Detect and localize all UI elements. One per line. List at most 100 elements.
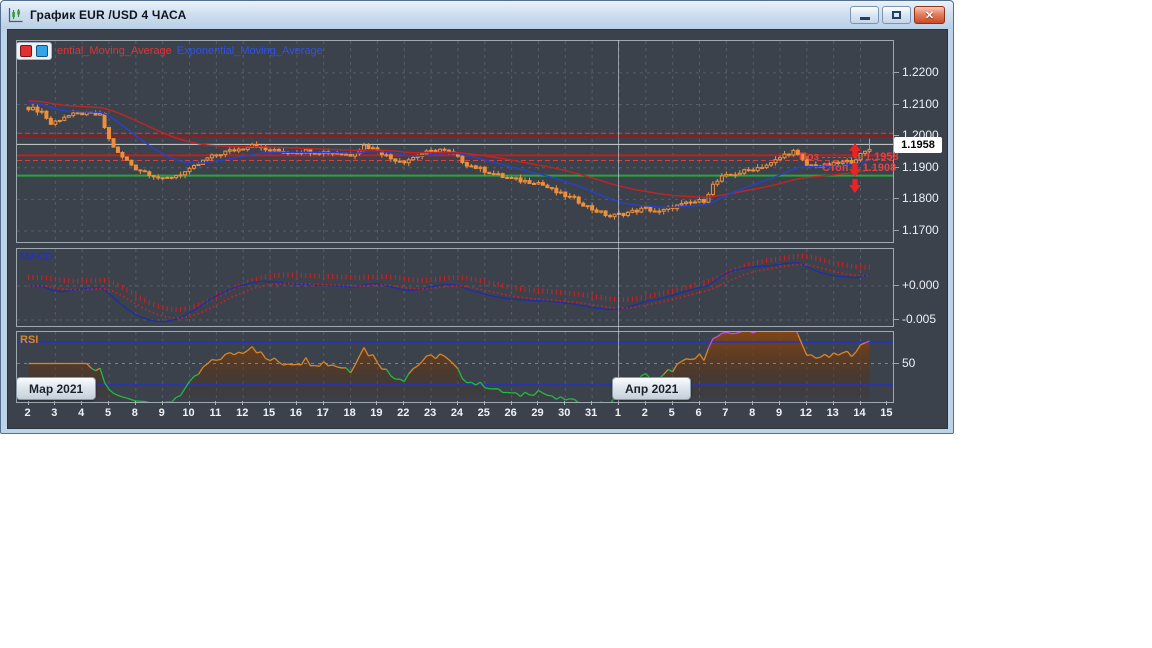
time-axis-label: 5: [668, 407, 675, 419]
legend-ema-red-label: ential_Moving_Average: [57, 45, 172, 57]
order-arrow-markers: [849, 143, 861, 193]
time-axis-tick: [161, 401, 163, 405]
time-axis-label: 30: [558, 407, 571, 419]
titlebar[interactable]: График EUR /USD 4 ЧАСА ✕: [1, 1, 953, 29]
time-axis-label: 13: [826, 407, 839, 419]
time-axis-tick: [81, 401, 83, 405]
chart-app-icon: [7, 7, 24, 24]
time-axis-tick: [617, 401, 619, 405]
ema-blue-swatch-icon[interactable]: [36, 45, 48, 57]
axis-tick-label: 1.1700: [894, 222, 939, 237]
time-axis-tick: [27, 401, 29, 405]
minimize-button[interactable]: [850, 6, 879, 24]
minimize-icon: [859, 16, 870, 20]
rsi-pane[interactable]: RSI: [16, 331, 894, 403]
legend-swatches[interactable]: [16, 42, 52, 60]
time-axis-label: 12: [236, 407, 249, 419]
time-axis-label: 1: [614, 407, 622, 419]
time-axis-label: 2: [641, 407, 648, 419]
month-label-mar[interactable]: Мар 2021: [16, 377, 97, 400]
time-axis-label: 31: [585, 407, 598, 419]
time-axis-tick: [779, 401, 781, 405]
time-axis-tick: [54, 401, 56, 405]
rsi-axis: 50: [892, 331, 946, 401]
position-label: Поз: [799, 151, 819, 163]
time-axis-tick: [886, 401, 888, 405]
time-axis-tick: [832, 401, 834, 405]
time-axis-tick: [725, 401, 727, 405]
month-label-apr[interactable]: Апр 2021: [612, 377, 692, 400]
time-axis-tick: [215, 401, 217, 405]
time-axis-tick: [349, 401, 351, 405]
time-axis-label: 29: [531, 407, 544, 419]
time-axis-tick: [564, 401, 566, 405]
time-axis-label: 18: [343, 407, 356, 419]
maximize-icon: [892, 11, 901, 19]
time-axis-tick: [134, 401, 136, 405]
time-axis-label: 19: [370, 407, 383, 419]
stop-label: Стоп: [822, 162, 849, 174]
axis-tick-label: 1.2200: [894, 64, 939, 79]
time-axis-label: 7: [722, 407, 729, 419]
ema-red-swatch-icon[interactable]: [20, 45, 32, 57]
time-axis-label: 26: [504, 407, 517, 419]
current-price-tag: 1.1958: [894, 137, 942, 153]
time-axis-label: 22: [397, 407, 410, 419]
time-axis-label: 3: [51, 407, 58, 419]
maximize-button[interactable]: [882, 6, 911, 24]
time-axis-label: 9: [775, 407, 783, 419]
time-axis-tick: [456, 401, 458, 405]
window-title: График EUR /USD 4 ЧАСА: [30, 8, 187, 22]
axis-tick-label: -0.005: [893, 312, 937, 326]
indicator-legend: ential_Moving_Average Exponential_Moving…: [16, 42, 323, 60]
axis-tick-label: +0.000: [893, 278, 940, 292]
close-button[interactable]: ✕: [914, 6, 945, 24]
time-axis-tick: [671, 401, 673, 405]
time-axis-label: 2: [24, 407, 31, 419]
time-axis-tick: [269, 401, 271, 405]
legend-ema-blue-label: Exponential_Moving_Average: [176, 45, 323, 57]
axis-tick-label: 1.1800: [894, 191, 939, 206]
time-axis-label: 15: [880, 407, 893, 419]
time-axis-tick: [752, 401, 754, 405]
time-axis-label: 24: [450, 407, 464, 419]
macd-pane-label: MACD: [20, 251, 53, 263]
time-axis-tick: [295, 401, 297, 405]
time-axis-label: 16: [289, 407, 303, 419]
time-axis-label: 6: [695, 407, 702, 419]
time-axis-label: 11: [209, 407, 222, 419]
time-axis-tick: [188, 401, 190, 405]
macd-pane[interactable]: MACD: [16, 248, 894, 327]
price-pane[interactable]: [16, 40, 894, 243]
window-controls: ✕: [850, 6, 945, 24]
time-axis-tick: [698, 401, 700, 405]
chart-window: График EUR /USD 4 ЧАСА ✕ MACD RSI ential…: [0, 0, 954, 434]
chart-client-area: MACD RSI ential_Moving_Average Exponenti…: [7, 29, 948, 429]
time-axis-label: 5: [104, 407, 112, 419]
axis-tick-label: 50: [893, 355, 916, 370]
time-axis-tick: [591, 401, 593, 405]
time-axis-label: 9: [158, 407, 165, 419]
time-axis[interactable]: 2 3 4 5 8 9 10 11 12 15 16 17 18 19 22 23 24 25 26 29 30 31 1 2…: [16, 401, 900, 425]
time-axis-tick: [644, 401, 646, 405]
axis-tick-label: 1.1900: [894, 159, 939, 174]
time-axis-label: 17: [316, 407, 329, 419]
time-axis-tick: [805, 401, 807, 405]
time-axis-tick: [859, 401, 861, 405]
stop-value: 1.1908: [862, 162, 897, 174]
time-axis-label: 12: [799, 407, 812, 419]
close-icon: ✕: [924, 9, 935, 22]
time-axis-label: 25: [477, 407, 490, 419]
time-axis-tick: [322, 401, 324, 405]
time-axis-tick: [510, 401, 512, 405]
macd-axis: +0.000 -0.005: [892, 248, 946, 326]
desktop: График EUR /USD 4 ЧАСА ✕ MACD RSI ential…: [0, 0, 1152, 648]
axis-tick-label: 1.2100: [894, 96, 939, 111]
month-separator-line: [618, 40, 619, 401]
time-axis-tick: [403, 401, 405, 405]
time-axis-label: 8: [749, 407, 756, 419]
rsi-pane-label: RSI: [20, 334, 39, 346]
time-axis-label: 23: [423, 407, 437, 419]
time-axis-tick: [242, 401, 244, 405]
time-axis-label: 8: [131, 407, 138, 419]
